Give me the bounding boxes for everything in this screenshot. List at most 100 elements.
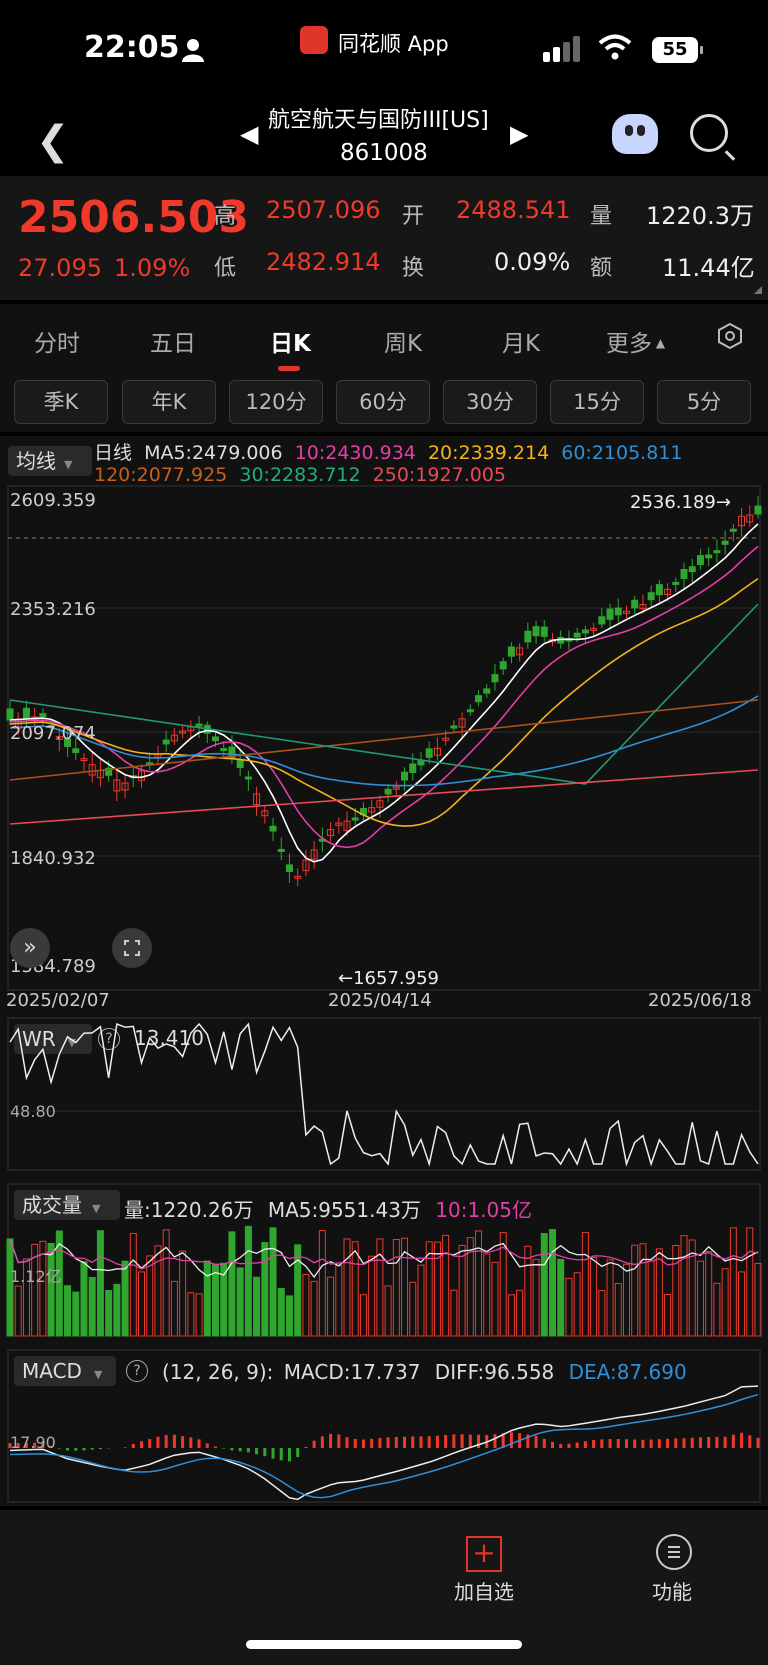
volume-bar	[39, 1240, 47, 1337]
tab-five-day[interactable]: 五日	[150, 324, 196, 358]
wr-level-label: 48.80	[10, 1102, 56, 1121]
price-change: 27.095	[18, 254, 102, 282]
settings-hexagon-icon[interactable]	[716, 322, 744, 350]
volume-bar	[138, 1271, 146, 1337]
search-icon[interactable]	[690, 114, 728, 152]
candle	[573, 632, 581, 638]
candle	[285, 864, 293, 872]
subtab-year-k[interactable]: 年K	[122, 380, 216, 424]
macd-bar	[583, 1441, 587, 1448]
macd-bar	[624, 1439, 628, 1448]
macd-chart: 17.90	[7, 1349, 761, 1503]
macd-bar	[403, 1436, 407, 1448]
candle	[499, 661, 507, 670]
add-watchlist-label[interactable]: 加自选	[454, 1576, 514, 1605]
volume-bar	[6, 1238, 14, 1337]
amount-label: 额	[590, 256, 613, 281]
subtab-120min[interactable]: 120分	[229, 380, 323, 424]
menu-icon[interactable]	[656, 1534, 692, 1570]
macd-bar	[740, 1432, 744, 1448]
ma-legend-row1: 日线 MA5:2479.006 10:2430.934 20:2339.214 …	[94, 438, 683, 465]
tab-daily-k[interactable]: 日K	[270, 324, 311, 358]
date-end: 2025/06/18	[648, 990, 752, 1011]
candle	[269, 825, 277, 832]
macd-bar	[419, 1436, 423, 1448]
tab-timeshare[interactable]: 分时	[34, 324, 80, 358]
volume-bar	[162, 1229, 170, 1337]
volume-bar	[277, 1288, 285, 1337]
macd-bar	[731, 1434, 735, 1448]
volume-bar	[746, 1227, 754, 1337]
next-stock-button[interactable]: ▶	[510, 120, 528, 148]
macd-bar	[427, 1436, 431, 1448]
volume-bar	[458, 1244, 466, 1337]
volume-bar	[285, 1295, 293, 1337]
volume-bar	[154, 1245, 162, 1337]
subtab-5min[interactable]: 5分	[657, 380, 751, 424]
diff-line	[9, 1385, 759, 1501]
volume-bar	[532, 1258, 540, 1337]
ma-indicator-label: 均线	[16, 449, 56, 473]
candle	[680, 568, 688, 580]
volume-chart: 1.12亿	[6, 1183, 762, 1337]
volume-bar	[491, 1261, 499, 1337]
ma250-line	[9, 769, 759, 825]
volume-bar	[236, 1267, 244, 1337]
expand-chart-icon[interactable]: »	[10, 928, 50, 968]
low-value: 2482.914	[266, 248, 381, 276]
tab-weekly-k[interactable]: 周K	[384, 324, 422, 358]
volume-bar	[581, 1231, 589, 1337]
macd-bar	[682, 1438, 686, 1448]
open-label: 开	[402, 204, 425, 229]
kline-chart[interactable]: 2609.359 2353.216 2097.074 1840.932 1584…	[0, 484, 768, 1004]
ma-indicator-select[interactable]: 均线 ▼	[8, 446, 92, 476]
subtab-60min[interactable]: 60分	[336, 380, 430, 424]
function-label[interactable]: 功能	[652, 1576, 692, 1605]
candle	[244, 776, 252, 780]
macd-bar	[230, 1448, 234, 1451]
volume-bar	[96, 1230, 104, 1337]
y-label-2: 2353.216	[10, 599, 96, 620]
subtab-quarter-k[interactable]: 季K	[14, 380, 108, 424]
volume-bar	[639, 1243, 647, 1337]
volume-bar	[129, 1232, 137, 1337]
volume-level-label: 1.12亿	[10, 1267, 62, 1286]
candle	[236, 759, 244, 769]
candles	[6, 495, 762, 886]
active-tab-indicator	[278, 366, 300, 371]
macd-bar	[98, 1448, 102, 1450]
volume-bar	[269, 1227, 277, 1337]
expand-corner-icon[interactable]	[754, 286, 762, 294]
macd-frame	[7, 1349, 761, 1503]
candle	[729, 528, 737, 532]
candle	[705, 554, 713, 559]
candle	[507, 646, 515, 657]
macd-bar	[444, 1434, 448, 1448]
fullscreen-icon[interactable]	[112, 928, 152, 968]
macd-bar	[567, 1443, 571, 1448]
wr-chart: 48.80	[7, 1017, 761, 1171]
macd-bar	[320, 1436, 324, 1448]
macd-bar	[723, 1436, 727, 1448]
candle	[401, 771, 409, 781]
tab-more[interactable]: 更多 ▲	[606, 324, 665, 358]
volume-bar	[507, 1294, 515, 1337]
macd-bar	[674, 1438, 678, 1448]
volume-bar	[47, 1242, 55, 1337]
wifi-icon	[598, 34, 632, 60]
macd-bar	[164, 1435, 168, 1448]
tab-monthly-k[interactable]: 月K	[502, 324, 540, 358]
add-watchlist-icon[interactable]: +	[466, 1536, 502, 1572]
macd-bar	[337, 1434, 341, 1448]
back-button[interactable]: ❮	[36, 118, 70, 164]
assistant-robot-icon[interactable]	[612, 114, 658, 154]
subtab-30min[interactable]: 30分	[443, 380, 537, 424]
volume-bar	[335, 1265, 343, 1337]
subtab-15min[interactable]: 15分	[550, 380, 644, 424]
prev-stock-button[interactable]: ◀	[240, 120, 258, 148]
app-logo-icon	[300, 26, 328, 54]
macd-histogram	[8, 1432, 760, 1462]
volume-bars	[6, 1225, 762, 1337]
max-price-marker: 2536.189→	[630, 492, 731, 513]
stock-code: 861008	[340, 140, 428, 166]
